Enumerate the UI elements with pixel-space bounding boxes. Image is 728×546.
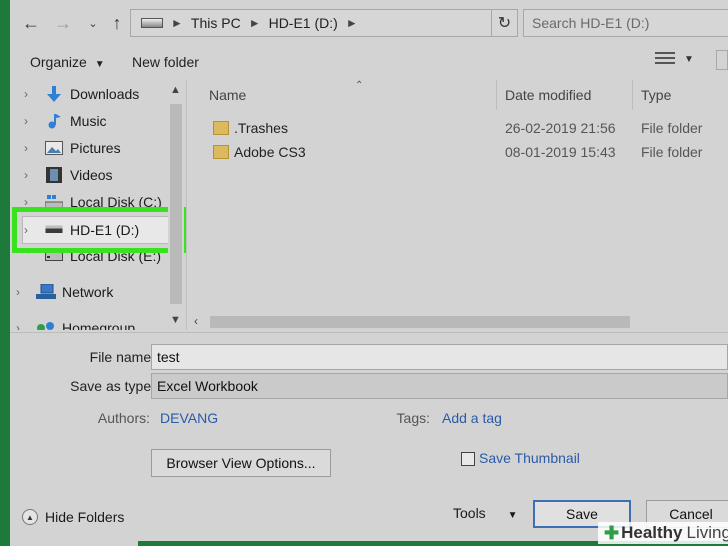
address-bar[interactable]: ► This PC ► HD-E1 (D:) ► ↻ (130, 9, 518, 37)
new-folder-button[interactable]: New folder (132, 54, 199, 70)
back-arrow-icon[interactable]: ← (20, 10, 42, 36)
sidebar-item-network[interactable]: › Network (10, 280, 170, 304)
expand-chevron-icon[interactable]: › (24, 87, 38, 101)
network-icon (36, 283, 56, 301)
navigation-bar: ← → ⌄ ↑ ► This PC ► HD-E1 (D:) ► ↻ Searc… (10, 0, 728, 46)
add-tag-link[interactable]: Add a tag (442, 410, 502, 426)
watermark: ✚ Healthy Living (598, 522, 728, 544)
sidebar-item-label: Pictures (70, 140, 121, 156)
sidebar-item-label: Homegroup (62, 320, 136, 330)
file-date: 26-02-2019 21:56 (505, 120, 616, 136)
file-date: 08-01-2019 15:43 (505, 144, 616, 160)
column-header-type[interactable]: Type (633, 80, 728, 110)
folder-icon (213, 121, 229, 135)
navigation-pane: › Downloads › Music › Pictures › Videos … (10, 80, 184, 330)
sidebar-item-label: Network (62, 284, 114, 300)
sidebar-item-label: HD-E1 (D:) (70, 222, 140, 238)
expand-chevron-icon[interactable]: › (24, 141, 38, 155)
authors-value[interactable]: DEVANG (160, 410, 218, 426)
pictures-icon (44, 139, 64, 157)
watermark-brand-a: Healthy (621, 523, 683, 542)
expand-chevron-icon[interactable]: › (24, 114, 38, 128)
breadcrumb-separator-icon: ► (345, 16, 358, 30)
search-input[interactable]: Search HD-E1 (D:) (523, 9, 728, 37)
toolbar-overflow[interactable] (716, 50, 728, 70)
sidebar-item-label: Videos (70, 167, 113, 183)
authors-label: Authors: (97, 410, 150, 426)
view-options-icon[interactable] (655, 52, 675, 68)
folder-icon (213, 145, 229, 159)
organize-label: Organize (30, 54, 87, 70)
expand-chevron-icon[interactable]: › (24, 223, 38, 237)
column-header-name[interactable]: Name (201, 80, 497, 110)
browser-view-options-button[interactable]: Browser View Options... (151, 449, 331, 477)
file-name-label: File name: (89, 349, 155, 365)
scroll-up-icon[interactable]: ▲ (170, 84, 181, 96)
save-thumbnail-label[interactable]: Save Thumbnail (479, 450, 580, 466)
navigation-pane-scrollbar[interactable]: ▲ ▼ (168, 80, 184, 330)
file-type: File folder (641, 120, 703, 136)
save-as-type-select[interactable]: Excel Workbook (151, 373, 728, 399)
scrollbar-thumb[interactable] (170, 104, 182, 304)
sidebar-item-downloads[interactable]: › Downloads (10, 82, 170, 106)
drive-icon (141, 18, 163, 28)
tools-label: Tools (453, 505, 486, 521)
homegroup-icon (36, 319, 56, 330)
expand-chevron-icon[interactable]: › (24, 168, 38, 182)
save-options-panel: File name: test Save as type: Excel Work… (10, 332, 728, 546)
scrollbar-thumb[interactable] (210, 316, 630, 328)
sidebar-item-label: Music (70, 113, 107, 129)
file-row[interactable]: Adobe CS3 08-01-2019 15:43 File folder (187, 140, 728, 164)
dropdown-caret-icon: ▼ (94, 59, 105, 70)
column-header-date-modified[interactable]: Date modified (497, 80, 633, 110)
breadcrumb-separator-icon: ► (171, 16, 183, 30)
brand-leaf-icon: ✚ (604, 522, 620, 543)
organize-button[interactable]: Organize ▼ (30, 54, 105, 70)
breadcrumb-this-pc[interactable]: This PC (191, 15, 241, 31)
up-arrow-icon[interactable]: ↑ (106, 10, 128, 36)
file-list-horizontal-scrollbar[interactable]: ‹ (190, 314, 728, 330)
sidebar-item-hd-e1[interactable]: › HD-E1 (D:) (10, 218, 170, 242)
file-name-field[interactable]: test (151, 344, 728, 370)
scroll-left-icon[interactable]: ‹ (194, 314, 198, 328)
breadcrumb-hd-e1[interactable]: HD-E1 (D:) (269, 15, 338, 31)
save-as-dialog: ← → ⌄ ↑ ► This PC ► HD-E1 (D:) ► ↻ Searc… (10, 0, 728, 546)
save-as-type-label: Save as type: (70, 378, 155, 394)
file-type: File folder (641, 144, 703, 160)
collapse-chevron-icon[interactable]: ▲ (22, 509, 38, 525)
refresh-icon[interactable]: ↻ (491, 10, 517, 36)
film-strip-icon (44, 166, 64, 184)
sidebar-item-pictures[interactable]: › Pictures (10, 136, 170, 160)
hide-folders-button[interactable]: Hide Folders (45, 509, 124, 525)
breadcrumb-separator-icon: ► (248, 16, 261, 30)
save-thumbnail-checkbox[interactable] (461, 452, 475, 466)
view-dropdown-caret-icon[interactable]: ▼ (684, 54, 694, 65)
scroll-down-icon[interactable]: ▼ (170, 314, 181, 326)
file-name: Adobe CS3 (234, 144, 306, 160)
sidebar-item-videos[interactable]: › Videos (10, 163, 170, 187)
drive-icon (44, 221, 64, 239)
file-name: .Trashes (234, 120, 288, 136)
expand-chevron-icon[interactable]: › (16, 321, 30, 330)
sidebar-item-music[interactable]: › Music (10, 109, 170, 133)
sidebar-item-homegroup[interactable]: › Homegroup (10, 316, 170, 330)
toolbar: Organize ▼ New folder (10, 48, 728, 78)
tags-label: Tags: (396, 410, 430, 426)
watermark-brand-b: Living (686, 523, 728, 542)
tools-button[interactable]: Tools ▼ (453, 505, 517, 521)
dropdown-caret-icon: ▼ (507, 510, 518, 521)
expand-chevron-icon[interactable]: › (16, 285, 30, 299)
recent-locations-chevron-icon[interactable]: ⌄ (82, 10, 104, 36)
download-arrow-icon (44, 85, 64, 103)
sidebar-item-label: Downloads (70, 86, 140, 102)
file-list-pane: ⌃ Name Date modified Type .Trashes 26-02… (186, 80, 728, 330)
file-row[interactable]: .Trashes 26-02-2019 21:56 File folder (187, 116, 728, 140)
forward-arrow-icon[interactable]: → (52, 10, 74, 36)
music-note-icon (44, 112, 64, 130)
